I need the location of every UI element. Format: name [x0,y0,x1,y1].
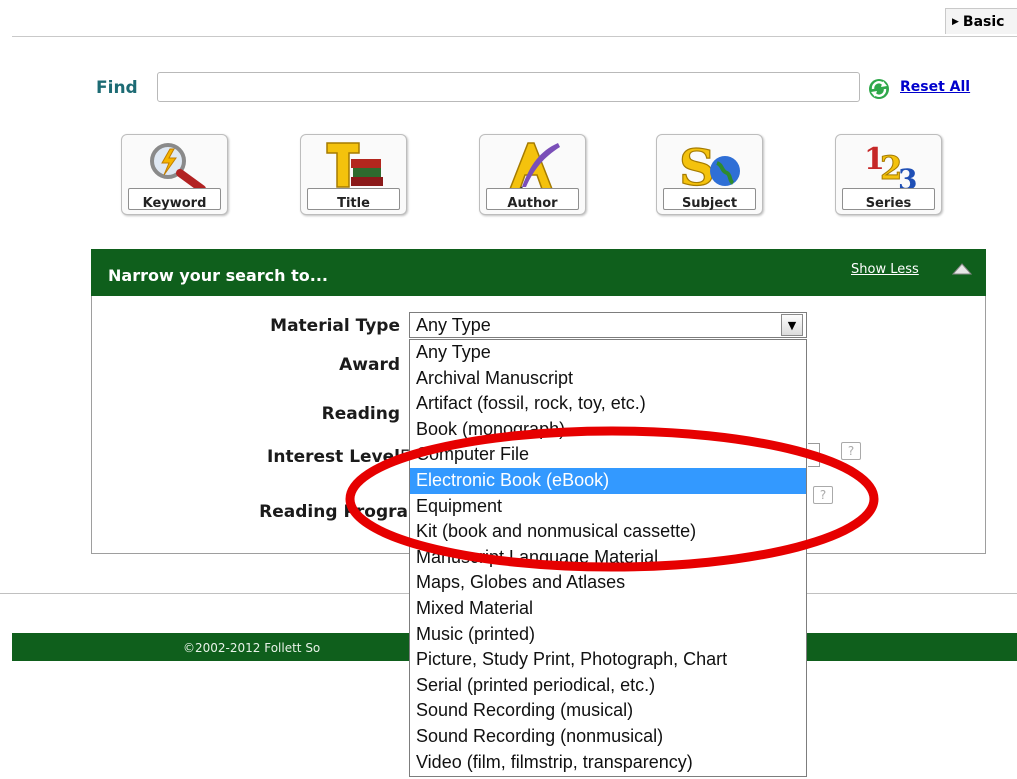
material-type-option-highlighted[interactable]: Electronic Book (eBook) [410,467,806,494]
show-less-link[interactable]: Show Less [851,262,919,277]
triangle-right-icon: ▶ [952,16,959,27]
title-label: Title [337,196,370,211]
material-type-option[interactable]: Serial (printed periodical, etc.) [410,673,806,699]
material-type-select[interactable]: Any Type [409,312,807,338]
material-type-option[interactable]: Archival Manuscript [410,366,806,392]
find-input[interactable] [157,72,860,102]
help-icon[interactable]: ? [841,442,861,460]
keyword-search-button[interactable]: Keyword [121,134,228,215]
material-type-dropdown[interactable]: Any Type Archival Manuscript Artifact (f… [409,339,807,777]
author-search-button[interactable]: Author [479,134,586,215]
award-label: Award [339,355,400,375]
series-label: Series [865,196,912,211]
reset-all-link[interactable]: Reset All [900,79,970,95]
reading-program-label: Reading Progra [259,502,408,522]
title-search-button[interactable]: Title [300,134,407,215]
material-type-option[interactable]: Sound Recording (nonmusical) [410,724,806,750]
material-type-option[interactable]: Artifact (fossil, rock, toy, etc.) [410,391,806,417]
material-type-option[interactable]: Computer File [410,442,806,468]
footer-copyright: ©2002-2012 Follett So [183,641,321,655]
material-type-option[interactable]: Book (monograph) [410,417,806,443]
tab-basic-label: Basic [962,13,1005,30]
help-icon[interactable]: ? [813,486,833,504]
chevron-up-icon[interactable] [952,262,972,276]
material-type-option[interactable]: Any Type [410,340,806,366]
series-123-icon: 1 2 3 [864,142,917,193]
interest-level-label: Interest Level [267,447,400,467]
subject-label: Subject [681,196,738,211]
svg-text:S: S [679,139,715,193]
author-label: Author [507,196,558,211]
material-type-option[interactable]: Manuscript Language Material [410,545,806,571]
material-type-option[interactable]: Equipment [410,494,806,520]
tab-basic[interactable]: ▶ Basic [945,8,1017,34]
title-books-icon [326,142,383,188]
author-quill-icon [508,142,560,193]
interest-level-select-edge[interactable] [808,443,820,467]
top-divider [12,36,1017,37]
magnifier-lightning-icon [150,143,206,193]
material-type-option[interactable]: Maps, Globes and Atlases [410,570,806,596]
chevron-down-icon[interactable]: ▼ [781,314,803,336]
find-label: Find [96,78,138,98]
material-type-selected-value: Any Type [416,315,491,335]
reading-level-label: Reading [321,404,400,424]
reset-icon[interactable] [868,78,890,100]
narrow-search-title: Narrow your search to... [108,266,328,285]
material-type-option[interactable]: Mixed Material [410,596,806,622]
material-type-option[interactable]: Music (printed) [410,622,806,648]
subject-globe-icon: S [678,139,740,193]
material-type-option[interactable]: Kit (book and nonmusical cassette) [410,519,806,545]
subject-search-button[interactable]: S Subject [656,134,763,215]
keyword-label: Keyword [142,196,207,211]
material-type-label: Material Type [270,316,400,336]
series-search-button[interactable]: 1 2 3 Series [835,134,942,215]
material-type-option[interactable]: Video (film, filmstrip, transparency) [410,750,806,776]
material-type-option[interactable]: Picture, Study Print, Photograph, Chart [410,647,806,673]
material-type-option[interactable]: Sound Recording (musical) [410,698,806,724]
